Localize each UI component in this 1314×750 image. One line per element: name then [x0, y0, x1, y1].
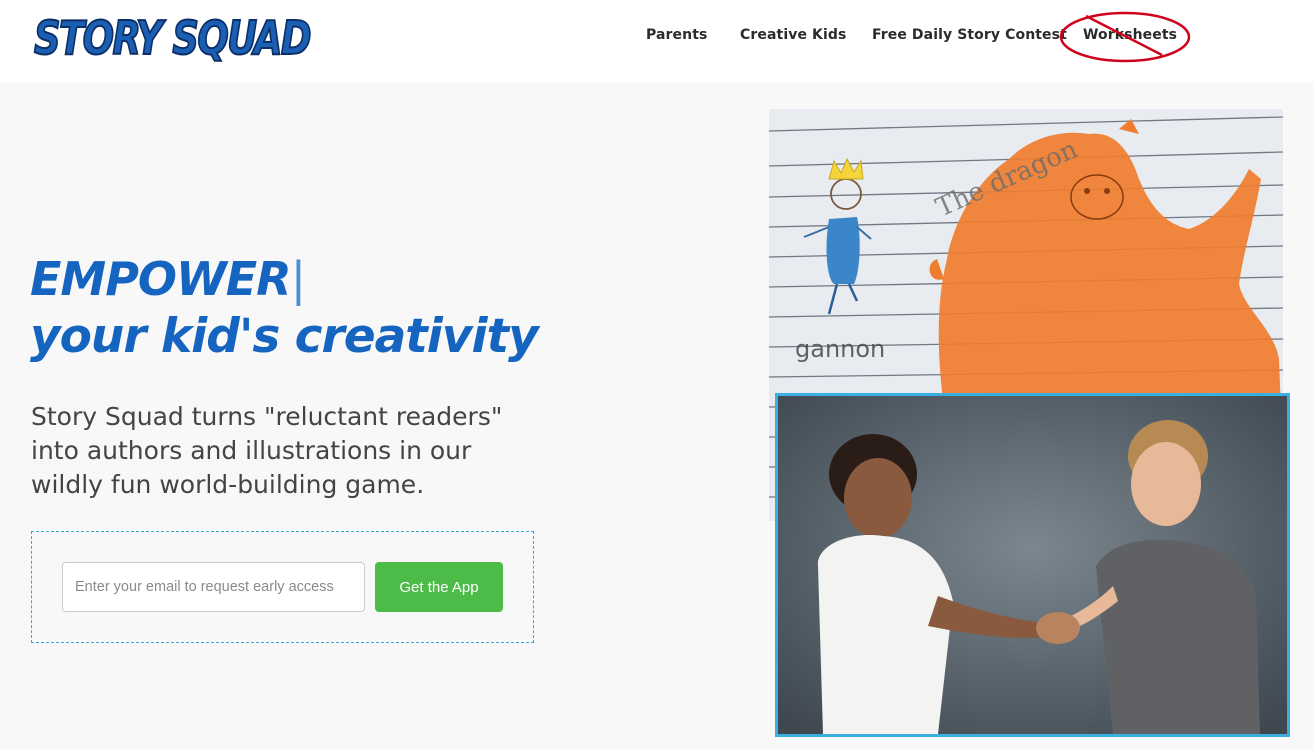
nav-parents[interactable]: Parents: [646, 27, 707, 43]
hero-title: EMPOWER| your kid's creativity: [30, 256, 539, 364]
hero-title-line1: EMPOWER: [30, 252, 292, 306]
get-the-app-button[interactable]: Get the App: [375, 562, 503, 612]
drawing-signature: gannon: [795, 335, 885, 363]
site-header: STORY SQUAD Parents Creative Kids Free D…: [0, 0, 1314, 82]
hero-description: Story Squad turns "reluctant readers" in…: [31, 402, 503, 499]
logo-text: STORY SQUAD: [34, 11, 311, 64]
boys-handshake-photo: [775, 393, 1290, 737]
hero-title-line2: your kid's creativity: [30, 309, 539, 364]
nav-creative-kids[interactable]: Creative Kids: [740, 27, 846, 43]
signup-form: Get the App: [31, 531, 534, 643]
nav-worksheets[interactable]: Worksheets: [1083, 27, 1177, 43]
nav-free-daily-story-contest[interactable]: Free Daily Story Contest: [872, 27, 1067, 43]
story-squad-logo[interactable]: STORY SQUAD: [32, 6, 314, 64]
typing-cursor: |: [290, 252, 306, 306]
email-input[interactable]: [62, 562, 365, 612]
